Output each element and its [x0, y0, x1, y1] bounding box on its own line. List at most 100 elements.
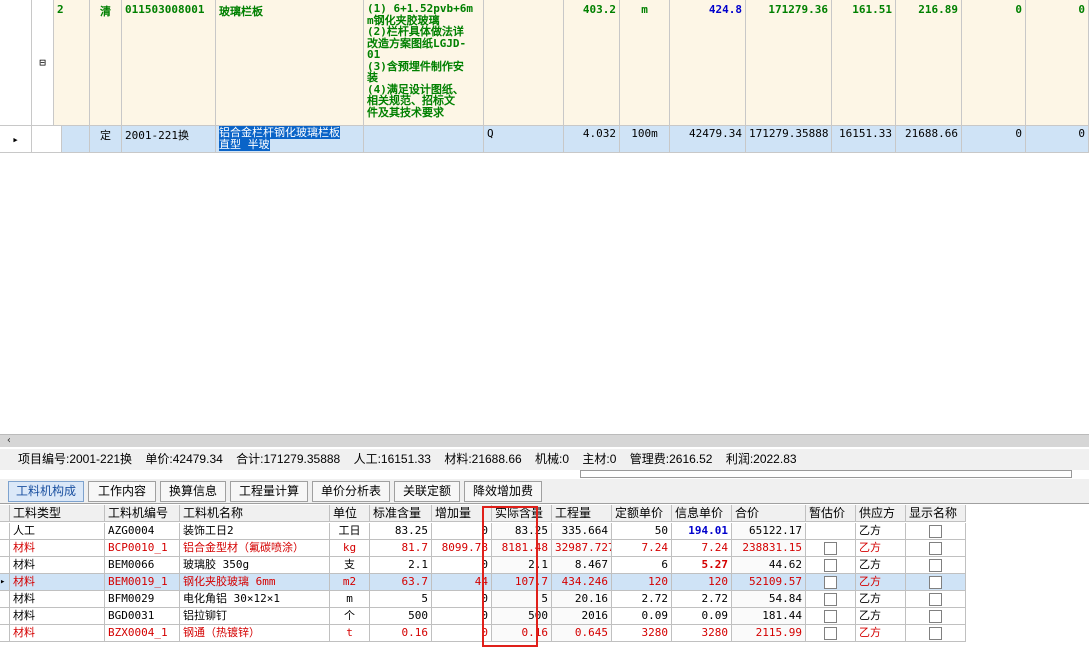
column-header[interactable]: 供应方 — [856, 505, 906, 522]
column-header[interactable]: 标准含量 — [370, 505, 432, 522]
provisional-price-cell — [806, 523, 856, 540]
cell-code[interactable]: BEM0019_1 — [105, 574, 180, 591]
cell-name[interactable]: 铝拉铆钉 — [180, 608, 330, 625]
collapse-toggle-icon[interactable]: ⊟ — [32, 0, 54, 126]
cell-code[interactable]: BGD0031 — [105, 608, 180, 625]
cell-type: 材料 — [10, 574, 105, 591]
show-name-cell — [906, 591, 966, 608]
cell-iprice[interactable]: 3280 — [672, 625, 732, 642]
tab-unit-price-analysis[interactable]: 单价分析表 — [312, 481, 390, 502]
cell-name[interactable]: 钢化夹胶玻璃 6mm — [180, 574, 330, 591]
splitter-handle[interactable] — [580, 470, 1072, 478]
tab-work-content[interactable]: 工作内容 — [88, 481, 156, 502]
cell-iprice[interactable]: 194.01 — [672, 523, 732, 540]
show-name-checkbox[interactable] — [929, 609, 942, 623]
cell-std[interactable]: 2.1 — [370, 557, 432, 574]
column-header[interactable]: 定额单价 — [612, 505, 672, 522]
bill-item-row[interactable]: ⊟ 2 清 011503008001 玻璃栏板 (1) 6+1.52pvb+6m… — [0, 0, 1089, 126]
column-header[interactable]: 工料机名称 — [180, 505, 330, 522]
cell-qty: 32987.727 — [552, 540, 612, 557]
cell-name[interactable]: 玻璃胶 350g — [180, 557, 330, 574]
unit-price: 42479.34 — [670, 126, 746, 153]
tab-related-quota[interactable]: 关联定额 — [394, 481, 460, 502]
cell-type: 材料 — [10, 557, 105, 574]
cell-iprice[interactable]: 120 — [672, 574, 732, 591]
cell-std[interactable]: 63.7 — [370, 574, 432, 591]
quota-name[interactable]: 铝合金栏杆钢化玻璃栏板 直型 半玻 — [216, 126, 364, 153]
cell-std[interactable]: 5 — [370, 591, 432, 608]
cell-type: 材料 — [10, 540, 105, 557]
tab-quantity-calc[interactable]: 工程量计算 — [230, 481, 308, 502]
extra-col-1: 0 — [962, 126, 1026, 153]
show-name-cell — [906, 625, 966, 642]
cell-name[interactable]: 钢通（热镀锌） — [180, 625, 330, 642]
cell-code[interactable]: BCP0010_1 — [105, 540, 180, 557]
column-header[interactable]: 单位 — [330, 505, 370, 522]
cell-unit[interactable]: 个 — [330, 608, 370, 625]
show-name-checkbox[interactable] — [929, 626, 942, 640]
info-machine: 机械:0 — [535, 452, 570, 466]
column-header[interactable]: 工程量 — [552, 505, 612, 522]
provisional-price-checkbox[interactable] — [824, 626, 837, 640]
column-header[interactable]: 显示名称 — [906, 505, 966, 522]
show-name-checkbox[interactable] — [929, 592, 942, 606]
resource-row[interactable]: 材料 BGD0031 铝拉铆钉个 500 0 500 2016 0.09 0.09 181.44 乙… — [0, 608, 966, 625]
item-name: 玻璃栏板 — [216, 0, 364, 126]
cell-unit[interactable]: t — [330, 625, 370, 642]
cell-std[interactable]: 500 — [370, 608, 432, 625]
column-header[interactable]: 暂估价 — [806, 505, 856, 522]
cell-code[interactable]: BEM0066 — [105, 557, 180, 574]
row-header-cell — [0, 523, 10, 540]
feature-line: 装 — [367, 71, 378, 84]
cell-unit[interactable]: kg — [330, 540, 370, 557]
resource-row[interactable]: 人工 AZG0004 装饰工日2 工日 83.25 0 83.25 335.664 50 194.… — [0, 523, 966, 540]
cell-std[interactable]: 0.16 — [370, 625, 432, 642]
resource-row[interactable]: 材料 BFM0029 电化角铝 30×12×1 m 5 0 5 20.16 2.72 2.72 54… — [0, 591, 966, 608]
cell-code[interactable]: BFM0029 — [105, 591, 180, 608]
show-name-checkbox[interactable] — [929, 524, 942, 538]
tab-efficiency-surcharge[interactable]: 降效增加费 — [464, 481, 542, 502]
provisional-price-checkbox[interactable] — [824, 575, 837, 589]
quota-name-line2: 直型 半玻 — [219, 138, 270, 151]
cell-unit[interactable]: 支 — [330, 557, 370, 574]
provisional-price-checkbox[interactable] — [824, 609, 837, 623]
quota-row[interactable]: ▸ 定 2001-221换 铝合金栏杆钢化玻璃栏板 直型 半玻 Q 4.032 … — [0, 126, 1089, 153]
cell-unit[interactable]: m2 — [330, 574, 370, 591]
tab-conversion-info[interactable]: 换算信息 — [160, 481, 226, 502]
cell-name[interactable]: 装饰工日2 — [180, 523, 330, 540]
tab-resource-composition[interactable]: 工料机构成 — [8, 481, 84, 502]
cell-iprice[interactable]: 0.09 — [672, 608, 732, 625]
cell-code[interactable]: BZX0004_1 — [105, 625, 180, 642]
cell-iprice[interactable]: 2.72 — [672, 591, 732, 608]
cell-std[interactable]: 81.7 — [370, 540, 432, 557]
column-header[interactable]: 信息单价 — [672, 505, 732, 522]
cell-name[interactable]: 电化角铝 30×12×1 — [180, 591, 330, 608]
resource-row[interactable]: 材料 BEM0066 玻璃胶 350g 支 2.1 0 2.1 8.467 6 5.27 44.62… — [0, 557, 966, 574]
column-header[interactable]: 合价 — [732, 505, 806, 522]
cell-code[interactable]: AZG0004 — [105, 523, 180, 540]
cell-unit[interactable]: m — [330, 591, 370, 608]
resource-row[interactable]: ▸ 材料 BEM0019_1 钢化夹胶玻璃 6mm m2 63.7 44 107.7 434.2… — [0, 574, 966, 591]
provisional-price-checkbox[interactable] — [824, 541, 837, 555]
resource-row[interactable]: 材料 BZX0004_1 钢通（热镀锌） t 0.16 0 0.16 0.645 3280 328… — [0, 625, 966, 642]
quantity: 4.032 — [564, 126, 620, 153]
cell-unit[interactable]: 工日 — [330, 523, 370, 540]
provisional-price-checkbox[interactable] — [824, 558, 837, 572]
row-header-cell — [0, 591, 10, 608]
cell-iprice[interactable]: 5.27 — [672, 557, 732, 574]
show-name-checkbox[interactable] — [929, 558, 942, 572]
resource-row[interactable]: 材料 BCP0010_1 铝合金型材（氟碳喷涂） kg 81.7 8099.78 8181.… — [0, 540, 966, 557]
cell-name[interactable]: 铝合金型材（氟碳喷涂） — [180, 540, 330, 557]
provisional-price-checkbox[interactable] — [824, 592, 837, 606]
horizontal-scrollbar[interactable]: ‹ — [0, 434, 1089, 447]
info-total: 合计:171279.35888 — [236, 452, 341, 466]
show-name-checkbox[interactable] — [929, 541, 942, 555]
cell-std[interactable]: 83.25 — [370, 523, 432, 540]
show-name-checkbox[interactable] — [929, 575, 942, 589]
column-header[interactable]: 工料机编号 — [105, 505, 180, 522]
scroll-left-icon[interactable]: ‹ — [6, 435, 12, 446]
info-unit-price: 单价:42479.34 — [145, 452, 223, 466]
cell-total: 65122.17 — [732, 523, 806, 540]
cell-iprice[interactable]: 7.24 — [672, 540, 732, 557]
column-header[interactable]: 工料类型 — [10, 505, 105, 522]
